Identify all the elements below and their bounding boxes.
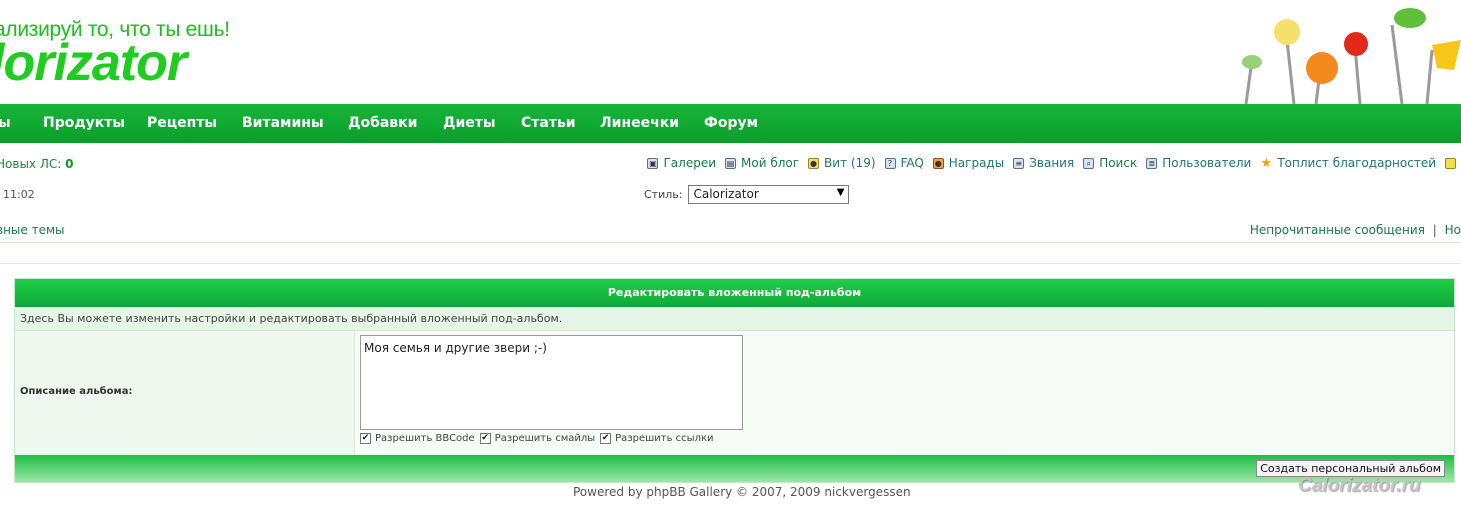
overflow-icon	[1445, 157, 1456, 169]
pm-label: Новых ЛС:	[0, 157, 62, 171]
link-search[interactable]: ⌕ Поиск	[1083, 156, 1137, 170]
link-ranks[interactable]: ≡ Звания	[1013, 156, 1074, 170]
link-new-topics[interactable]: вные темы	[0, 223, 65, 237]
powered-by: Powered by phpBB Gallery © 2007, 2009 ni…	[573, 485, 911, 499]
site-header: ализируй то, что ты ешь! lorizator	[0, 0, 1461, 104]
allow-links-label: Разрешить ссылки	[615, 433, 714, 444]
style-label: Стиль:	[644, 188, 683, 201]
divider	[0, 242, 1461, 243]
panel-description: Здесь Вы можете изменить настройки и ред…	[15, 307, 1454, 331]
vit-icon: ●	[808, 157, 820, 169]
nav-item-0[interactable]: ы	[0, 115, 11, 131]
nav-item-products[interactable]: Продукты	[43, 115, 125, 131]
album-description-textarea[interactable]: Моя семья и другие звери ;-)	[360, 335, 743, 430]
panel-footer: Создать персональный альбом	[15, 455, 1454, 482]
ranks-icon: ≡	[1013, 157, 1025, 169]
allow-bbcode-checkbox[interactable]: ✔	[360, 433, 371, 444]
site-logo[interactable]: lorizator	[0, 37, 187, 89]
allow-links-checkbox[interactable]: ✔	[600, 433, 612, 444]
allow-bbcode-label: Разрешить BBCode	[375, 433, 475, 444]
options-checkboxes: ✔ Разрешить BBCode ✔ Разрешить смайлы ✔ …	[360, 433, 719, 444]
nav-item-tickers[interactable]: Линеечки	[600, 115, 679, 131]
gallery-icon: ▣	[647, 157, 659, 169]
album-description-label-cell: Описание альбома:	[15, 331, 355, 455]
link-thanks-toplist[interactable]: ★ Топлист благодарностей	[1260, 156, 1436, 170]
unread-links: Непрочитанные сообщения | Но	[1250, 223, 1461, 237]
panel-body: Описание альбома: Моя семья и другие зве…	[15, 331, 1454, 455]
link-separator: |	[1432, 223, 1437, 237]
allow-smilies-label: Разрешить смайлы	[494, 433, 596, 444]
style-select[interactable]: Calorizator ▼	[688, 185, 850, 204]
private-messages[interactable]: Новых ЛС: 0	[0, 157, 73, 171]
allow-smilies-checkbox[interactable]: ✔	[479, 433, 491, 444]
link-vit[interactable]: ● Вит (19)	[808, 156, 876, 170]
link-galleries[interactable]: ▣ Галереи	[647, 156, 716, 170]
nav-item-recipes[interactable]: Рецепты	[147, 115, 217, 131]
search-icon: ⌕	[1083, 157, 1095, 169]
style-selector: Стиль: Calorizator ▼	[644, 185, 850, 204]
nav-item-supplements[interactable]: Добавки	[348, 115, 417, 131]
album-description-field-cell: Моя семья и другие звери ;-) ✔ Разрешить…	[356, 331, 1454, 455]
pm-count: 0	[65, 157, 74, 171]
awards-icon: ●	[932, 157, 944, 169]
link-next-truncated[interactable]: Но	[1445, 223, 1461, 237]
nav-item-vitamins[interactable]: Витамины	[242, 115, 324, 131]
panel-title: Редактировать вложенный под-альбом	[15, 279, 1454, 307]
top-links: ▣ Галереи ▤ Мой блог ● Вит (19) ? FAQ ● Награ…	[638, 156, 1461, 170]
main-nav: ы Продукты Рецепты Витамины Добавки Диет…	[0, 104, 1461, 143]
edit-subalbum-panel: Редактировать вложенный под-альбом Здесь…	[14, 278, 1455, 483]
link-overflow[interactable]	[1445, 157, 1461, 169]
nav-item-forum[interactable]: Форум	[704, 115, 758, 131]
blog-icon: ▤	[725, 157, 737, 169]
current-time: . 11:02	[0, 188, 35, 201]
nav-item-diets[interactable]: Диеты	[443, 115, 496, 131]
vegetables-forks-icon	[1242, 8, 1461, 104]
link-faq[interactable]: ? FAQ	[884, 156, 924, 170]
link-unread-posts[interactable]: Непрочитанные сообщения	[1250, 223, 1425, 237]
link-my-blog[interactable]: ▤ Мой блог	[725, 156, 799, 170]
nav-item-articles[interactable]: Статьи	[521, 115, 576, 131]
album-description-label: Описание альбома:	[20, 386, 133, 397]
site-watermark: Calorizator.ru	[1298, 475, 1421, 496]
link-users[interactable]: ≣ Пользователи	[1146, 156, 1251, 170]
link-awards[interactable]: ● Награды	[932, 156, 1004, 170]
star-icon: ★	[1260, 155, 1273, 171]
divider	[0, 263, 1461, 264]
chevron-down-icon: ▼	[836, 187, 845, 198]
faq-icon: ?	[884, 157, 896, 169]
users-icon: ≣	[1146, 157, 1158, 169]
